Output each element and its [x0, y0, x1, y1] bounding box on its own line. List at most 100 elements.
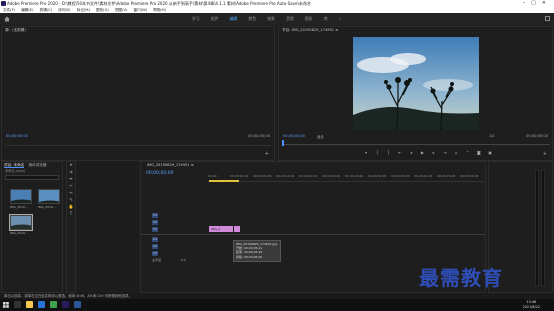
- project-item-thumbnail[interactable]: [38, 189, 60, 204]
- workspace-tab-color[interactable]: 颜色: [248, 16, 256, 21]
- program-timecode[interactable]: 00;00;00;00: [283, 134, 305, 138]
- ruler-tick-label: 00;00;19;29: [299, 174, 318, 178]
- menu-help[interactable]: 帮助(H): [153, 8, 166, 12]
- tab-project[interactable]: 项目: 未命名: [4, 163, 25, 168]
- project-item-label: IMG_2019...: [10, 231, 28, 235]
- work-area-bar[interactable]: [209, 180, 239, 182]
- timeline-ruler[interactable]: 00;00 00;00;04;29 00;00;09;29 00;00;14;2…: [208, 174, 484, 182]
- workspace-more-button[interactable]: »: [339, 16, 341, 21]
- track-header-v3: V3: [143, 212, 207, 219]
- workspace-tab-libraries[interactable]: 库: [324, 16, 328, 21]
- menu-markers[interactable]: 标记(M): [77, 8, 90, 12]
- track-select-tool-icon[interactable]: ⇉: [67, 169, 75, 176]
- step-back-icon[interactable]: ◂: [406, 150, 416, 155]
- clip-tooltip: IMG_20190829_174951.jpg 开始: 00;00;05;21 …: [233, 240, 281, 262]
- timeline-timecode[interactable]: 00;00;00;00: [146, 171, 173, 176]
- premiere-taskbar-icon[interactable]: [62, 301, 69, 308]
- transport-controls: ▾ { } ⇤ ◂ ▶ ▸ ⇥ ⌂ ⌃ ◙ ▣: [361, 150, 495, 155]
- ripple-edit-tool-icon[interactable]: ⇹: [67, 176, 75, 183]
- program-add-button-icon[interactable]: +: [543, 151, 547, 157]
- master-track-label: 主声道: [152, 258, 162, 262]
- app-icon[interactable]: [50, 301, 57, 308]
- track-label[interactable]: A1: [152, 237, 158, 242]
- ruler-tick-label: 00;00;09;29: [253, 174, 272, 178]
- taskbar-clock[interactable]: 15:46 2021/8/22: [523, 300, 540, 310]
- program-playhead[interactable]: [282, 140, 284, 146]
- go-to-out-icon[interactable]: ⇥: [440, 150, 450, 155]
- hand-tool-icon[interactable]: ✋: [67, 204, 75, 211]
- project-panel: 项目: 未命名 媒体浏览器 未命名.prproj IMG_2019... IMG…: [1, 161, 63, 293]
- track-label[interactable]: A2: [152, 244, 158, 249]
- workspace-tabs: 学习 组件 编辑 颜色 效果 音频 图形 库 »: [192, 13, 351, 25]
- comparison-icon[interactable]: ▣: [485, 150, 495, 155]
- track-label[interactable]: V2: [152, 220, 158, 225]
- project-search-input[interactable]: [5, 175, 59, 180]
- tab-media-browser[interactable]: 媒体浏览器: [28, 163, 46, 167]
- word-taskbar-icon[interactable]: [74, 301, 81, 308]
- workspace-bar: 学习 组件 编辑 颜色 效果 音频 图形 库 »: [0, 13, 554, 25]
- title-bar: Adobe Premiere Pro 2020 - D:\教程\50本书文件\素…: [0, 0, 554, 7]
- browser-icon[interactable]: [38, 301, 45, 308]
- menu-graphics[interactable]: 图形(G): [96, 8, 109, 12]
- menu-window[interactable]: 窗口(W): [134, 8, 148, 12]
- workspace-tab-learning[interactable]: 学习: [192, 16, 200, 21]
- source-scrub-bar[interactable]: [5, 142, 271, 146]
- clip-label: IMG_2: [211, 227, 221, 231]
- menu-view[interactable]: 视图(V): [115, 8, 127, 12]
- project-item-thumbnail[interactable]: [10, 189, 32, 204]
- zoom-select[interactable]: 适合: [317, 134, 324, 139]
- video-clip[interactable]: IMG_2: [209, 226, 233, 232]
- master-volume-value[interactable]: 0.0: [181, 258, 186, 262]
- pen-tool-icon[interactable]: ✎: [67, 197, 75, 204]
- premiere-app-icon: [1, 1, 6, 6]
- add-button-icon[interactable]: +: [265, 151, 269, 157]
- mark-out-icon[interactable]: }: [384, 150, 394, 155]
- mark-in-icon[interactable]: {: [372, 150, 382, 155]
- timeline-sequence-tab[interactable]: IMG_20190829_174951 ≡: [141, 162, 485, 169]
- source-timecode[interactable]: 00;00;00;00: [6, 134, 28, 138]
- file-explorer-icon[interactable]: [26, 301, 33, 308]
- project-file-name: 未命名.prproj: [5, 169, 26, 173]
- menu-edit[interactable]: 编辑(E): [21, 8, 33, 12]
- project-item-thumbnail-selected[interactable]: [9, 214, 33, 231]
- slip-tool-icon[interactable]: ↔: [67, 190, 75, 197]
- type-tool-icon[interactable]: T: [67, 211, 75, 218]
- menu-sequence[interactable]: 序列(S): [58, 8, 70, 12]
- resolution-select[interactable]: 1/2: [489, 134, 494, 138]
- selection-tool-icon[interactable]: ➤: [67, 162, 75, 169]
- go-to-in-icon[interactable]: ⇤: [395, 150, 405, 155]
- ruler-tick-label: 00;00;54;28: [460, 174, 479, 178]
- step-forward-icon[interactable]: ▸: [429, 150, 439, 155]
- program-scrub-bar[interactable]: [282, 142, 550, 145]
- quick-export-icon[interactable]: [545, 16, 550, 21]
- menu-clip[interactable]: 剪辑(C): [40, 8, 53, 12]
- source-duration: 00;00;00;00: [248, 134, 270, 138]
- ruler-tick-label: 00;00;34;28: [368, 174, 387, 178]
- lift-icon[interactable]: ⌂: [451, 150, 461, 155]
- workspace-tab-editing[interactable]: 编辑: [230, 16, 238, 21]
- workspace-tab-assembly[interactable]: 组件: [211, 16, 219, 21]
- export-frame-icon[interactable]: ◙: [474, 150, 484, 155]
- windows-start-icon[interactable]: [3, 302, 9, 308]
- search-icon[interactable]: [14, 301, 21, 308]
- ruler-tick-label: 00;00;44;28: [414, 174, 433, 178]
- program-video-frame: [353, 37, 479, 130]
- track-header-v1: V1: [143, 226, 207, 233]
- window-controls[interactable]: –□✕: [523, 0, 552, 7]
- track-label[interactable]: V3: [152, 213, 158, 218]
- marker-icon[interactable]: ▾: [361, 150, 371, 155]
- track-label[interactable]: A3: [152, 251, 158, 256]
- razor-tool-icon[interactable]: ✂: [67, 183, 75, 190]
- watermark-logo: 最需教育: [419, 266, 503, 290]
- project-item-label: IMG_2019...: [38, 205, 56, 209]
- ruler-tick-label: 00;00;29;29: [345, 174, 364, 178]
- workspace-tab-effects[interactable]: 效果: [267, 16, 275, 21]
- workspace-tab-audio[interactable]: 音频: [286, 16, 294, 21]
- play-icon[interactable]: ▶: [417, 150, 427, 155]
- menu-file[interactable]: 文件(F): [3, 8, 15, 12]
- video-clip-tail[interactable]: [234, 226, 240, 232]
- track-label[interactable]: V1: [152, 227, 158, 232]
- extract-icon[interactable]: ⌃: [463, 150, 473, 155]
- workspace-tab-graphics[interactable]: 图形: [305, 16, 313, 21]
- home-icon[interactable]: [4, 16, 10, 22]
